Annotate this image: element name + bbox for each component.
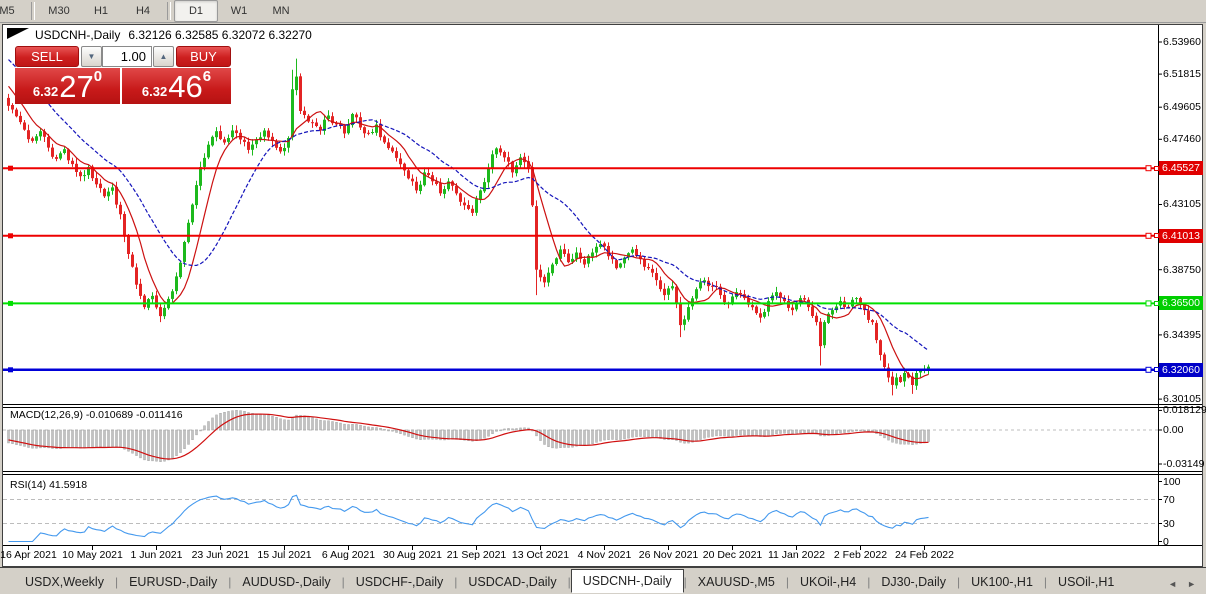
level-chip-handle[interactable] — [1154, 367, 1159, 372]
tab-scroll-left-icon[interactable]: ◄ — [1168, 579, 1177, 589]
buy-price-sup: 6 — [203, 71, 211, 83]
macd-tick-label: 0.018129 — [1163, 404, 1206, 416]
rsi-indicator-label: RSI(14) 41.5918 — [10, 479, 87, 491]
date-label: 13 Oct 2021 — [512, 549, 569, 561]
sell-price-panel[interactable]: 6.32 27 0 — [15, 68, 120, 104]
date-label: 20 Dec 2021 — [703, 549, 763, 561]
rsi-tick-label: 0 — [1163, 536, 1169, 548]
date-label: 1 Jun 2021 — [131, 549, 183, 561]
buy-price-panel[interactable]: 6.32 46 6 — [122, 68, 231, 104]
price-tick-label: 6.30105 — [1163, 393, 1201, 405]
rsi-tick-label: 70 — [1163, 494, 1175, 506]
rsi-tick-label: 30 — [1163, 518, 1175, 530]
price-tick-label: 6.49605 — [1163, 101, 1201, 113]
chevron-up-icon: ▲ — [160, 52, 168, 61]
chart-window: USDCNH-,Daily 6.32126 6.32585 6.32072 6.3… — [2, 24, 1203, 567]
price-level-chip: 6.36500 — [1159, 296, 1203, 310]
chart-ohlc-values: 6.32126 6.32585 6.32072 6.32270 — [128, 28, 312, 42]
timeframe-buttons: M5 M30H1H4 D1W1MN — [0, 0, 1206, 22]
price-tick-label: 6.43105 — [1163, 198, 1201, 210]
chart-tab-usdcad-[interactable]: USDCAD-,Daily — [457, 573, 567, 592]
date-label: 26 Nov 2021 — [639, 549, 699, 561]
date-label: 6 Aug 2021 — [322, 549, 375, 561]
volume-decrease-button[interactable]: ▼ — [81, 46, 102, 67]
chart-tab-usdchf-[interactable]: USDCHF-,Daily — [345, 573, 455, 592]
timeframe-button-w1[interactable]: W1 — [218, 0, 260, 22]
chart-tab-audusd-[interactable]: AUDUSD-,Daily — [231, 573, 341, 592]
rsi-tick-label: 100 — [1163, 476, 1181, 488]
date-label: 16 Apr 2021 — [0, 549, 57, 561]
timeframe-button-h1[interactable]: H1 — [80, 0, 122, 22]
chart-tab-usdx[interactable]: USDX,Weekly — [14, 573, 115, 592]
chevron-down-icon: ▼ — [88, 52, 96, 61]
date-label: 21 Sep 2021 — [447, 549, 507, 561]
macd-tick-label: 0.00 — [1163, 424, 1183, 436]
macd-tick-label: -0.03149 — [1163, 458, 1204, 470]
date-label: 2 Feb 2022 — [834, 549, 887, 561]
level-chip-handle[interactable] — [1154, 166, 1159, 171]
rsi-layer — [3, 495, 1158, 541]
timeframe-button-m5[interactable]: M5 — [0, 0, 28, 22]
candles-layer — [7, 59, 930, 396]
sell-price-small: 6.32 — [33, 82, 58, 102]
price-tick-label: 6.51815 — [1163, 68, 1201, 80]
price-tick-label: 6.53960 — [1163, 36, 1201, 48]
toolbar-separator — [167, 2, 171, 20]
chart-symbol-title: USDCNH-,Daily — [35, 28, 120, 42]
price-tick-label: 6.38750 — [1163, 264, 1201, 276]
price-tick-label: 6.47460 — [1163, 133, 1201, 145]
chart-tab-dj30-[interactable]: DJ30-,Daily — [870, 573, 957, 592]
chart-corner-triangle-icon — [7, 28, 29, 39]
chart-tab-usdcnh-[interactable]: USDCNH-,Daily — [571, 569, 684, 593]
chart-tab-ukoil-[interactable]: UKOil-,H4 — [789, 573, 867, 592]
tab-scroll-right-icon[interactable]: ► — [1187, 579, 1196, 589]
price-level-chip: 6.41013 — [1159, 229, 1203, 243]
moving-averages-layer — [9, 60, 929, 379]
timeframe-button-m30[interactable]: M30 — [38, 0, 80, 22]
volume-input[interactable] — [102, 46, 152, 67]
macd-indicator-label: MACD(12,26,9) -0.010689 -0.011416 — [10, 409, 183, 421]
date-label: 10 May 2021 — [62, 549, 123, 561]
buy-price-big: 46 — [168, 72, 202, 102]
date-label: 24 Feb 2022 — [895, 549, 954, 561]
buy-button[interactable]: BUY — [176, 46, 231, 67]
date-label: 4 Nov 2021 — [578, 549, 632, 561]
sell-button[interactable]: SELL — [15, 46, 79, 67]
date-label: 23 Jun 2021 — [192, 549, 250, 561]
chart-tab-bar: USDX,Weekly|EURUSD-,Daily|AUDUSD-,Daily|… — [0, 567, 1206, 592]
chart-tab-uk100-[interactable]: UK100-,H1 — [960, 573, 1044, 592]
level-chip-handle[interactable] — [1154, 301, 1159, 306]
buy-price-small: 6.32 — [142, 82, 167, 102]
timeframe-button-mn[interactable]: MN — [260, 0, 302, 22]
chart-tab-xauusd-[interactable]: XAUUSD-,M5 — [687, 573, 786, 592]
volume-increase-button[interactable]: ▲ — [153, 46, 174, 67]
price-level-chip: 6.32060 — [1159, 363, 1203, 377]
timeframe-toolbar: M5 M30H1H4 D1W1MN — [0, 0, 1206, 23]
chart-tab-eurusd-[interactable]: EURUSD-,Daily — [118, 573, 228, 592]
price-level-chip: 6.45527 — [1159, 161, 1203, 175]
chart-tab-usoil-[interactable]: USOil-,H1 — [1047, 573, 1125, 592]
price-tick-label: 6.34395 — [1163, 329, 1201, 341]
toolbar-separator — [31, 2, 35, 20]
timeframe-button-d1[interactable]: D1 — [174, 0, 218, 22]
price-chart-canvas — [3, 25, 1202, 566]
date-label: 30 Aug 2021 — [383, 549, 442, 561]
horizontal-level-lines[interactable] — [3, 166, 1158, 373]
date-label: 11 Jan 2022 — [768, 549, 825, 561]
timeframe-button-h4[interactable]: H4 — [122, 0, 164, 22]
sell-price-big: 27 — [59, 72, 93, 102]
level-chip-handle[interactable] — [1154, 233, 1159, 238]
sell-price-sup: 0 — [94, 71, 102, 83]
date-label: 15 Jul 2021 — [257, 549, 311, 561]
